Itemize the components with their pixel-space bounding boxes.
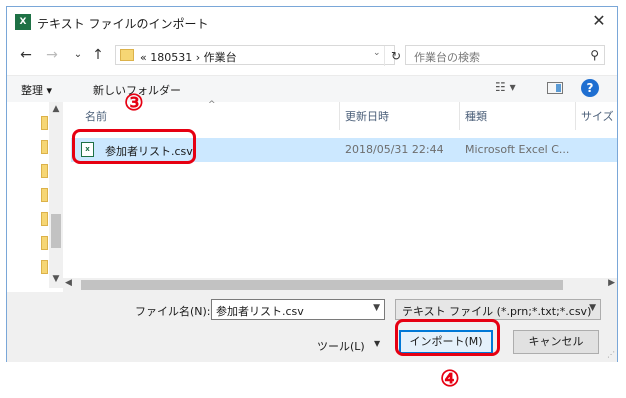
horizontal-scrollbar[interactable]: ◀ ▶ <box>63 278 617 292</box>
filename-input[interactable]: 参加者リスト.csv ▼ <box>211 299 385 320</box>
tree-folder-icon[interactable] <box>41 164 48 178</box>
forward-arrow-icon[interactable]: → <box>43 45 61 65</box>
refresh-button[interactable]: ↻ <box>384 46 407 66</box>
filename-label: ファイル名(N): <box>135 305 211 318</box>
window-title: テキスト ファイルのインポート <box>37 17 209 31</box>
column-divider[interactable] <box>575 102 576 130</box>
excel-icon: X <box>15 14 31 30</box>
address-dropdown-icon[interactable]: ⌄ <box>373 48 381 58</box>
scroll-down-icon[interactable]: ▼ <box>49 274 63 284</box>
tree-folder-icon[interactable] <box>41 236 48 250</box>
scroll-thumb[interactable] <box>51 214 61 248</box>
scroll-left-icon[interactable]: ◀ <box>65 278 72 288</box>
file-type-value: テキスト ファイル (*.prn;*.txt;*.csv) <box>402 305 592 318</box>
navigation-bar: ← → ⌄ ↑ « 180531 › 作業台 ⌄ ↻ 作業台の検索 ⚲ <box>7 43 617 69</box>
file-type-select[interactable]: テキスト ファイル (*.prn;*.txt;*.csv) ▼ <box>395 299 601 320</box>
chevron-down-icon[interactable]: ▼ <box>589 303 596 313</box>
tree-folder-icon[interactable] <box>41 140 48 154</box>
resize-grip-icon[interactable]: ⋰ <box>607 350 615 359</box>
chevron-down-icon[interactable]: ▼ <box>373 303 380 313</box>
horizontal-scroll-thumb[interactable] <box>81 280 563 290</box>
up-arrow-icon[interactable]: ↑ <box>89 45 107 65</box>
help-icon[interactable]: ? <box>581 79 599 97</box>
cancel-button[interactable]: キャンセル <box>513 330 599 354</box>
column-divider[interactable] <box>459 102 460 130</box>
tree-folder-icon[interactable] <box>41 260 48 274</box>
column-header-name[interactable]: 名前 <box>85 108 107 124</box>
navigation-scrollbar[interactable]: ▲ ▼ <box>49 102 63 288</box>
column-header-modified[interactable]: 更新日時 <box>345 108 389 124</box>
search-icon: ⚲ <box>590 48 599 62</box>
folder-icon <box>120 49 134 61</box>
sort-ascending-icon: ^ <box>208 100 216 110</box>
close-button[interactable]: ✕ <box>587 10 611 32</box>
filename-value: 参加者リスト.csv <box>216 305 304 318</box>
search-input[interactable]: 作業台の検索 ⚲ <box>405 45 605 65</box>
tree-folder-icon[interactable] <box>41 212 48 226</box>
step-3-highlight <box>72 129 196 164</box>
step-4-highlight <box>395 319 500 356</box>
column-divider[interactable] <box>339 102 340 130</box>
back-arrow-icon[interactable]: ← <box>17 45 35 65</box>
search-placeholder: 作業台の検索 <box>414 51 480 64</box>
preview-pane-icon[interactable] <box>547 82 563 94</box>
tree-folder-icon[interactable] <box>41 188 48 202</box>
view-options-icon[interactable]: ☷ ▾ <box>495 80 516 94</box>
scroll-right-icon[interactable]: ▶ <box>608 278 615 288</box>
file-modified: 2018/05/31 22:44 <box>345 143 444 156</box>
step-4-marker: ④ <box>440 366 460 392</box>
recent-locations-icon[interactable]: ⌄ <box>69 45 87 65</box>
navigation-pane: ▲ ▼ <box>7 102 63 288</box>
command-bar: 整理 ▾ 新しいフォルダー ☷ ▾ ? <box>7 75 617 102</box>
address-bar[interactable]: « 180531 › 作業台 ⌄ ↻ <box>115 45 401 66</box>
column-header-type[interactable]: 種類 <box>465 108 487 124</box>
tools-menu[interactable]: ツール(L) <box>317 338 365 354</box>
title-bar: X テキスト ファイルのインポート ✕ <box>7 7 617 37</box>
tree-folder-icon[interactable] <box>41 116 48 130</box>
step-3-marker: ③ <box>124 90 144 116</box>
column-header-size[interactable]: サイズ <box>581 108 614 124</box>
address-path: « 180531 › 作業台 <box>140 51 237 64</box>
tools-dropdown-icon[interactable]: ▼ <box>374 339 380 348</box>
import-dialog: X テキスト ファイルのインポート ✕ ← → ⌄ ↑ « 180531 › 作… <box>6 6 618 362</box>
dialog-footer: ファイル名(N): 参加者リスト.csv ▼ テキスト ファイル (*.prn;… <box>7 292 617 362</box>
file-type: Microsoft Excel C... <box>465 143 570 156</box>
scroll-up-icon[interactable]: ▲ <box>49 104 63 114</box>
organize-button[interactable]: 整理 ▾ <box>21 82 52 98</box>
